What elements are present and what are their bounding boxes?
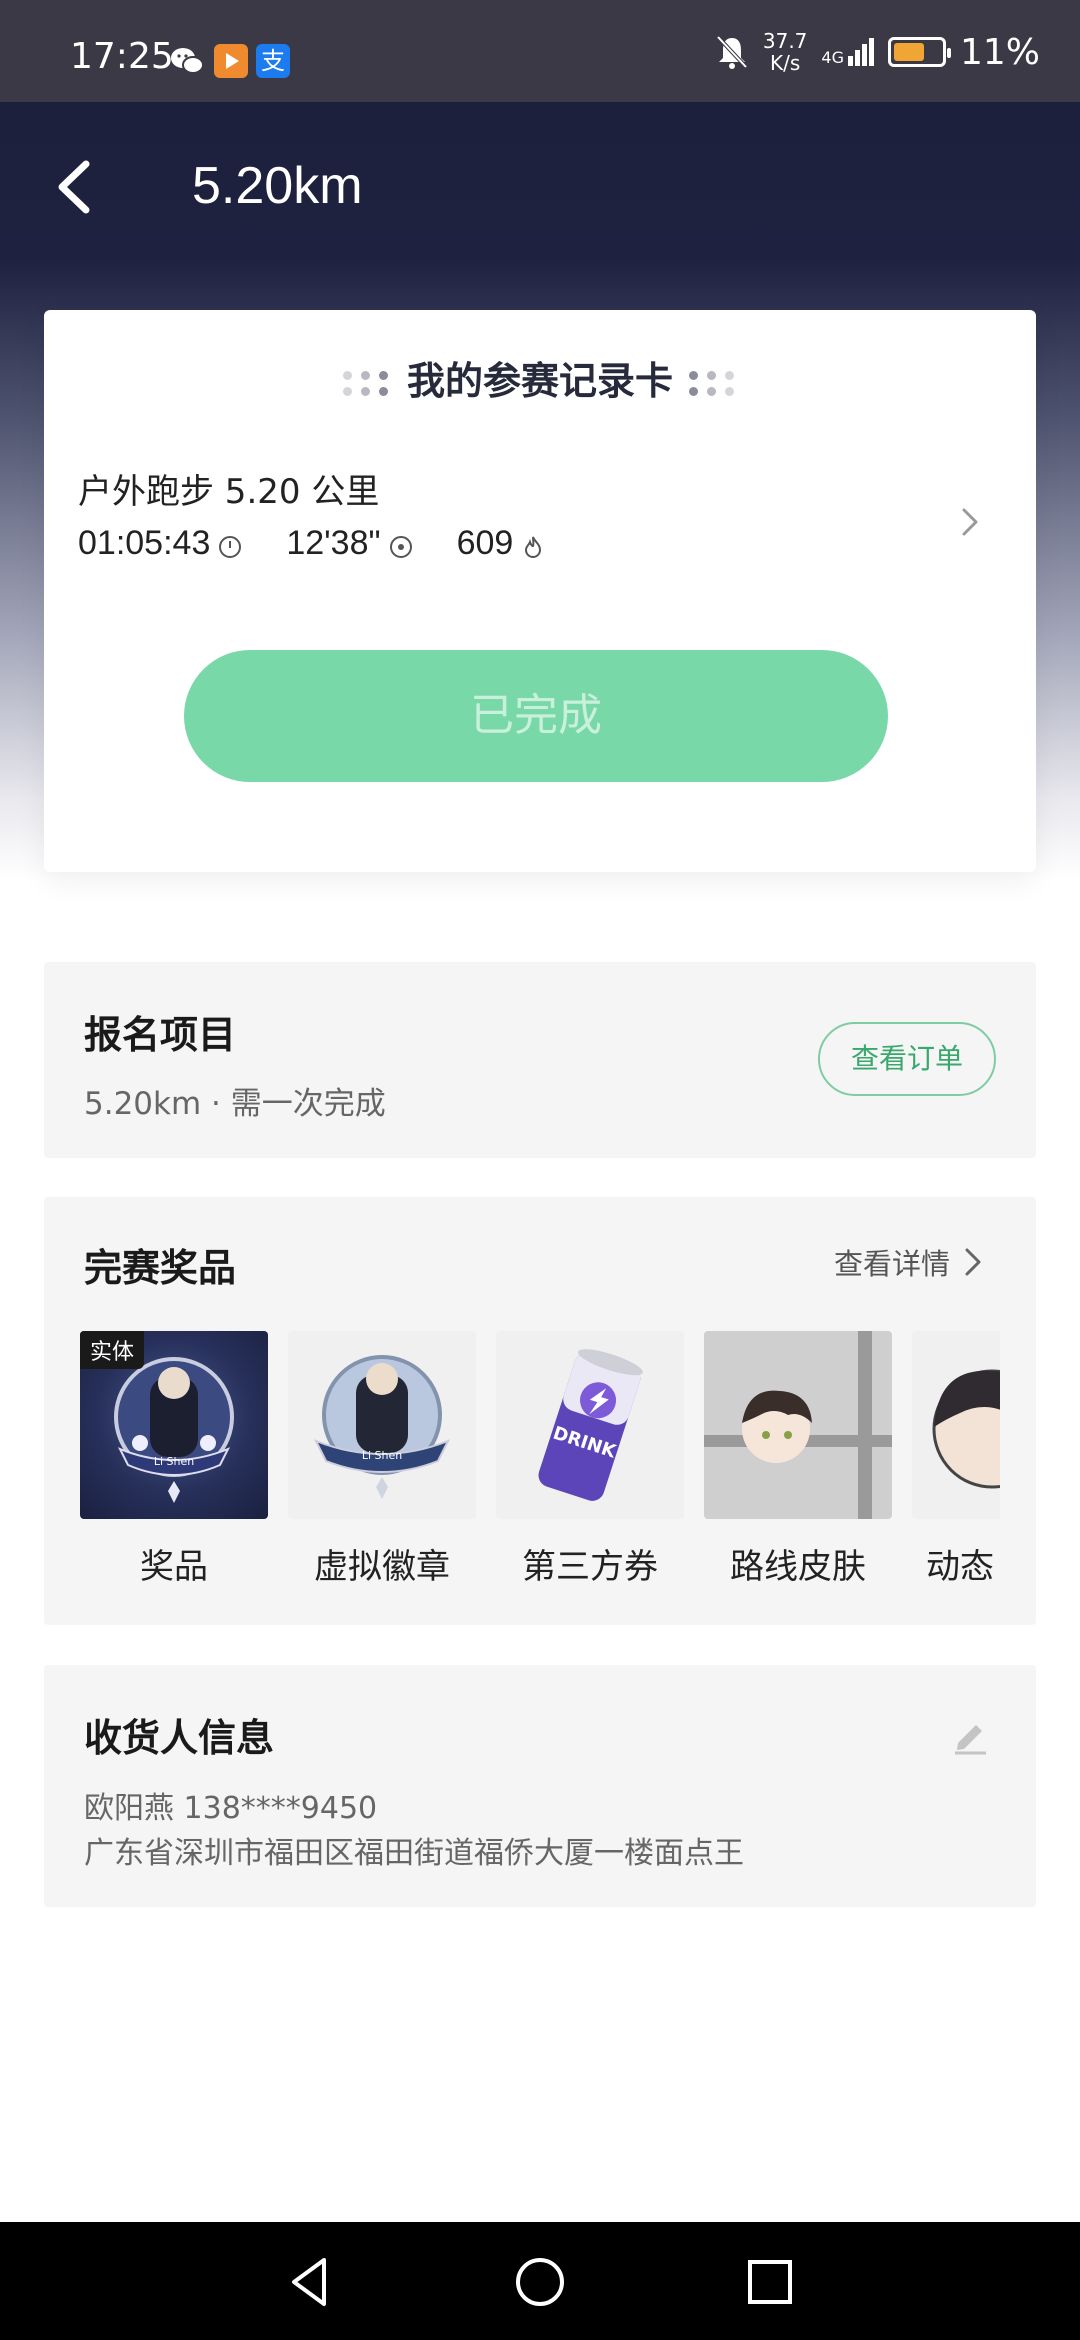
prize-item[interactable]: 路线皮肤: [704, 1331, 892, 1588]
receiver-section: 收货人信息 欧阳燕 138****9450 广东省深圳市福田区福田街道福侨大厦一…: [44, 1665, 1036, 1907]
calories-value: 609: [456, 524, 514, 562]
clock-icon: [219, 535, 242, 558]
signal-label: 4G: [821, 48, 844, 67]
alipay-icon: 支: [256, 44, 290, 78]
receiver-name-phone: 欧阳燕 138****9450: [84, 1791, 378, 1826]
pace-icon: [389, 535, 412, 558]
prize-virtual-badge-image: Li Shen: [288, 1331, 476, 1519]
prize-item[interactable]: 动态: [912, 1331, 1000, 1588]
nav-home-icon[interactable]: [510, 2252, 570, 2312]
prize-route-skin-image: [704, 1331, 892, 1519]
edit-pencil-icon[interactable]: [950, 1715, 990, 1755]
signup-section: 报名项目 5.20km · 需一次完成 查看订单: [44, 962, 1036, 1158]
virtual-badge-artwork: Li Shen: [313, 1355, 451, 1499]
run-type-label: 户外跑步 5.20 公里: [78, 472, 380, 512]
prizes-section: 完赛奖品 查看详情 Li Shen 实体 奖品 Li Shen 虚拟徽章 DRI…: [44, 1197, 1036, 1625]
decor-dots-right: [687, 367, 739, 401]
view-details-link[interactable]: 查看详情: [834, 1241, 986, 1283]
record-card: 我的参赛记录卡 户外跑步 5.20 公里 01:05:43 12'38" 609…: [44, 310, 1036, 872]
fire-icon: [525, 536, 542, 558]
pace-value: 12'38": [286, 524, 381, 562]
physical-tag: 实体: [80, 1331, 145, 1369]
back-arrow-icon[interactable]: [46, 154, 106, 220]
view-details-label: 查看详情: [833, 1247, 950, 1281]
signup-subtitle: 5.20km · 需一次完成: [84, 1086, 386, 1122]
receiver-address: 广东省深圳市福田区福田街道福侨大厦一楼面点王: [84, 1836, 744, 1871]
signup-title: 报名项目: [84, 1013, 237, 1057]
wechat-icon: [171, 48, 204, 74]
chevron-right-icon[interactable]: [954, 502, 984, 542]
duration-value: 01:05:43: [78, 524, 211, 562]
prize-physical-image: Li Shen 实体: [80, 1331, 268, 1519]
video-app-icon: [214, 44, 248, 78]
animated-avatar-artwork: [932, 1369, 1000, 1489]
prize-label: 虚拟徽章: [314, 1547, 450, 1587]
duration-stat: 01:05:43: [78, 524, 242, 563]
calories-stat: 609: [457, 524, 546, 563]
prize-label: 动态: [926, 1547, 994, 1587]
battery-icon: [887, 37, 951, 67]
prize-coupon-image: DRINK: [496, 1331, 684, 1519]
prize-item[interactable]: Li Shen 虚拟徽章: [288, 1331, 476, 1588]
nav-recents-icon[interactable]: [740, 2252, 800, 2312]
status-time: 17:25: [70, 36, 174, 77]
battery-percent: 11%: [959, 31, 1040, 73]
nav-back-icon[interactable]: [280, 2252, 340, 2312]
record-card-header: 我的参赛记录卡: [44, 350, 1036, 405]
network-speed-value: 37.7: [762, 29, 808, 53]
prize-item[interactable]: Li Shen 实体 奖品: [80, 1331, 268, 1588]
chevron-right-icon: [965, 1248, 981, 1276]
pace-stat: 12'38": [286, 524, 412, 563]
signal-icon: 4G: [821, 38, 874, 66]
prize-label: 路线皮肤: [730, 1547, 866, 1587]
title-bar: 5.20km: [0, 102, 1080, 272]
run-stats[interactable]: 01:05:43 12'38" 609: [78, 524, 589, 563]
view-order-button[interactable]: 查看订单: [818, 1022, 996, 1096]
drink-can-icon: DRINK: [538, 1349, 643, 1501]
prize-label: 第三方券: [522, 1547, 658, 1587]
prize-label: 奖品: [140, 1547, 208, 1587]
prize-animation-image: [912, 1331, 1000, 1519]
status-right-group: 37.7 K/s 4G 11%: [715, 30, 1040, 74]
page-title: 5.20km: [192, 157, 363, 215]
prize-list[interactable]: Li Shen 实体 奖品 Li Shen 虚拟徽章 DRINK 第三方券 路线…: [80, 1331, 1000, 1621]
route-skin-artwork: [704, 1331, 892, 1519]
mute-icon: [716, 35, 748, 69]
record-card-title: 我的参赛记录卡: [406, 359, 673, 403]
screen: 17:25 支 37.7 K/s 4G 11% 5.20km 我的参赛记录卡 户…: [0, 0, 1080, 2340]
prize-item[interactable]: DRINK 第三方券: [496, 1331, 684, 1588]
status-bar: 17:25 支 37.7 K/s 4G 11%: [0, 0, 1080, 102]
prize-badge-text: Li Shen: [154, 1455, 194, 1468]
system-nav-bar: [0, 2222, 1080, 2340]
decor-dots-left: [341, 367, 393, 401]
network-speed-unit: K/s: [770, 51, 801, 75]
prizes-title: 完赛奖品: [84, 1246, 237, 1290]
prize-badge-text: Li Shen: [362, 1449, 402, 1462]
completed-status-button[interactable]: 已完成: [184, 650, 888, 782]
receiver-title: 收货人信息: [84, 1716, 275, 1760]
network-speed: 37.7 K/s: [763, 30, 808, 74]
